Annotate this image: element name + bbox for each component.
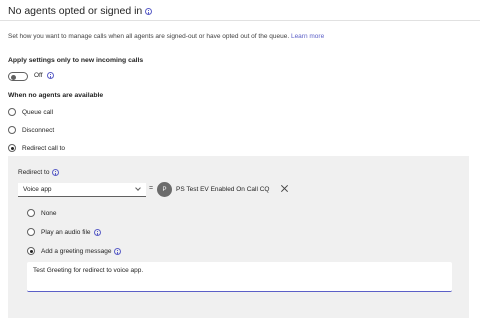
select-value: Voice app	[23, 186, 52, 193]
info-icon[interactable]	[52, 169, 60, 176]
radio-button[interactable]	[27, 228, 35, 236]
radio-label: Play an audio file	[41, 228, 91, 236]
apply-settings-toggle[interactable]	[8, 72, 28, 81]
section-title: No agents opted or signed in	[8, 5, 153, 17]
toggle-state-text: Off	[34, 72, 43, 79]
redirect-type-select[interactable]: Voice app	[18, 183, 146, 197]
divider	[0, 20, 480, 21]
radio-add-greeting[interactable]: Add a greeting message	[27, 247, 122, 255]
chevron-down-icon	[135, 185, 141, 191]
radio-queue-call[interactable]: Queue call	[8, 108, 53, 116]
description-text: Set how you want to manage calls when al…	[8, 33, 290, 40]
radio-none[interactable]: None	[27, 209, 57, 217]
info-icon[interactable]	[145, 7, 153, 15]
redirect-to-label: Redirect to	[18, 169, 60, 176]
radio-button[interactable]	[27, 247, 35, 255]
radio-label: Disconnect	[22, 126, 55, 134]
redirect-to-text: Redirect to	[18, 169, 50, 176]
radio-label: Queue call	[22, 108, 54, 116]
toggle-state-label: Off	[34, 72, 54, 79]
radio-button[interactable]	[8, 144, 16, 152]
apply-settings-label: Apply settings only to new incoming call…	[8, 57, 144, 64]
close-icon[interactable]	[279, 183, 289, 193]
radio-redirect-call[interactable]: Redirect call to	[8, 144, 65, 152]
section-description: Set how you want to manage calls when al…	[8, 33, 324, 40]
radio-label: Redirect call to	[22, 144, 65, 152]
redirect-target-name: PS Test EV Enabled On Call CQ	[176, 186, 270, 193]
redirect-panel	[8, 156, 469, 318]
greeting-message-input[interactable]: Test Greeting for redirect to voice app.	[27, 262, 452, 292]
equals-sign: =	[149, 185, 154, 192]
toggle-knob	[11, 74, 16, 80]
radio-play-audio-file[interactable]: Play an audio file	[27, 228, 101, 236]
radio-disconnect[interactable]: Disconnect	[8, 126, 54, 134]
radio-label: None	[41, 209, 57, 217]
learn-more-link[interactable]: Learn more	[291, 33, 324, 40]
radio-button[interactable]	[8, 126, 16, 134]
section-title-text: No agents opted or signed in	[8, 5, 143, 17]
radio-button[interactable]	[27, 209, 35, 217]
info-icon[interactable]	[46, 72, 54, 79]
info-icon[interactable]	[114, 247, 122, 255]
avatar: P	[157, 182, 172, 197]
radio-label: Add a greeting message	[41, 247, 112, 255]
when-no-agents-label: When no agents are available	[8, 92, 104, 99]
info-icon[interactable]	[93, 228, 101, 236]
radio-button[interactable]	[8, 108, 16, 116]
